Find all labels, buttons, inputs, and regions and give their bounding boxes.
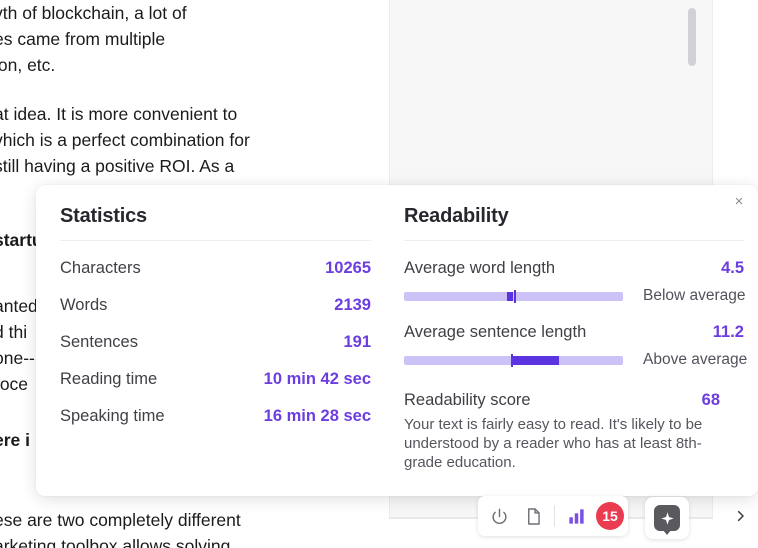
readability-score-block: Readability score 68 Your text is fairly…	[404, 391, 744, 472]
readability-metric-bar-fill	[506, 291, 514, 301]
document-line: vhich is a perfect combination for	[0, 130, 250, 150]
chevron-right-icon[interactable]	[728, 500, 752, 532]
statistics-row-label: Words	[60, 296, 108, 314]
bar-chart-icon[interactable]	[559, 498, 593, 534]
statistics-row-value: 16 min 28 sec	[263, 407, 371, 425]
readability-metric-bar	[404, 353, 623, 367]
document-line: es came from multiple	[0, 29, 166, 49]
readability-title: Readability	[404, 205, 509, 227]
document-line: still having a positive ROI. As a	[0, 156, 235, 176]
statistics-row: Reading time 10 min 42 sec	[60, 370, 371, 389]
app-root: vth of blockchain, a lot of es came from …	[0, 0, 758, 548]
assistant-button[interactable]	[645, 497, 689, 539]
readability-metric: Average word length 4.5 Below average	[404, 259, 746, 305]
readability-metric-caption: Below average	[643, 287, 746, 304]
statistics-row-value: 10 min 42 sec	[263, 370, 371, 388]
power-icon[interactable]	[482, 498, 516, 534]
statistics-row-value: 10265	[325, 259, 371, 277]
bottom-toolbar: 15	[478, 496, 628, 536]
statistics-row-value: 191	[343, 333, 371, 351]
readability-metrics: Average word length 4.5 Below average Avera…	[404, 259, 754, 369]
statistics-row: Sentences 191	[60, 333, 371, 352]
document-icon[interactable]	[516, 498, 550, 534]
readability-metric-value: 11.2	[712, 323, 744, 341]
readability-metric: Average sentence length 11.2 Above average	[404, 323, 748, 369]
document-line: roce	[0, 374, 29, 394]
statistics-row: Words 2139	[60, 296, 371, 315]
document-line: ion, etc.	[0, 55, 56, 75]
document-line: vth of blockchain, a lot of	[0, 3, 187, 23]
statistics-title: Statistics	[60, 205, 147, 227]
statistics-column: Statistics Characters 10265 Words 2139 Sente…	[60, 185, 400, 426]
readability-score-description: Your text is fairly easy to read. It's l…	[404, 416, 703, 471]
readability-metric-label: Average sentence length	[404, 323, 587, 341]
readability-metric-bar-fill	[511, 355, 560, 365]
statistics-row-label: Speaking time	[60, 407, 165, 425]
document-line: ese are two completely different	[0, 510, 241, 530]
readability-score-head: Readability score 68	[404, 391, 720, 410]
statistics-readability-card: × Statistics Characters 10265 Words 2139 Sen…	[36, 185, 758, 496]
document-line: anted	[0, 296, 38, 316]
readability-metric-bar-marker	[513, 289, 516, 303]
readability-metric-caption: Above average	[643, 351, 748, 368]
statistics-row: Speaking time 16 min 28 sec	[60, 407, 371, 426]
readability-metric-value: 4.5	[721, 259, 744, 277]
toolbar-divider	[554, 505, 555, 527]
document-line: ere i	[0, 430, 30, 450]
document-line: arketing toolbox allows solving	[0, 536, 231, 548]
readability-score-value: 68	[701, 391, 720, 409]
document-line: at idea. It is more convenient to	[0, 104, 238, 124]
statistics-divider	[60, 240, 371, 241]
readability-score-label: Readability score	[404, 391, 531, 409]
readability-metric-label: Average word length	[404, 259, 556, 277]
statistics-row-label: Sentences	[60, 333, 138, 351]
readability-divider	[404, 240, 744, 241]
readability-column: Readability Average word length 4.5 Below …	[404, 185, 754, 472]
sparkle-icon	[654, 505, 680, 535]
statistics-row-label: Reading time	[60, 370, 158, 388]
statistics-row: Characters 10265	[60, 259, 371, 278]
issues-count-badge[interactable]: 15	[596, 502, 624, 530]
statistics-row-label: Characters	[60, 259, 141, 277]
document-line: d thi	[0, 322, 28, 342]
scrollbar-thumb[interactable]	[688, 8, 696, 66]
readability-metric-head: Average sentence length 11.2	[404, 323, 744, 342]
readability-metric-bar	[404, 289, 623, 303]
readability-metric-bar-row: Below average	[404, 287, 746, 305]
document-line: one--	[0, 348, 35, 368]
statistics-row-value: 2139	[334, 296, 371, 314]
readability-metric-head: Average word length 4.5	[404, 259, 744, 278]
statistics-rows: Characters 10265 Words 2139 Sentences 191 Read…	[60, 259, 400, 426]
readability-metric-bar-marker	[511, 353, 514, 367]
readability-metric-bar-row: Above average	[404, 351, 748, 369]
